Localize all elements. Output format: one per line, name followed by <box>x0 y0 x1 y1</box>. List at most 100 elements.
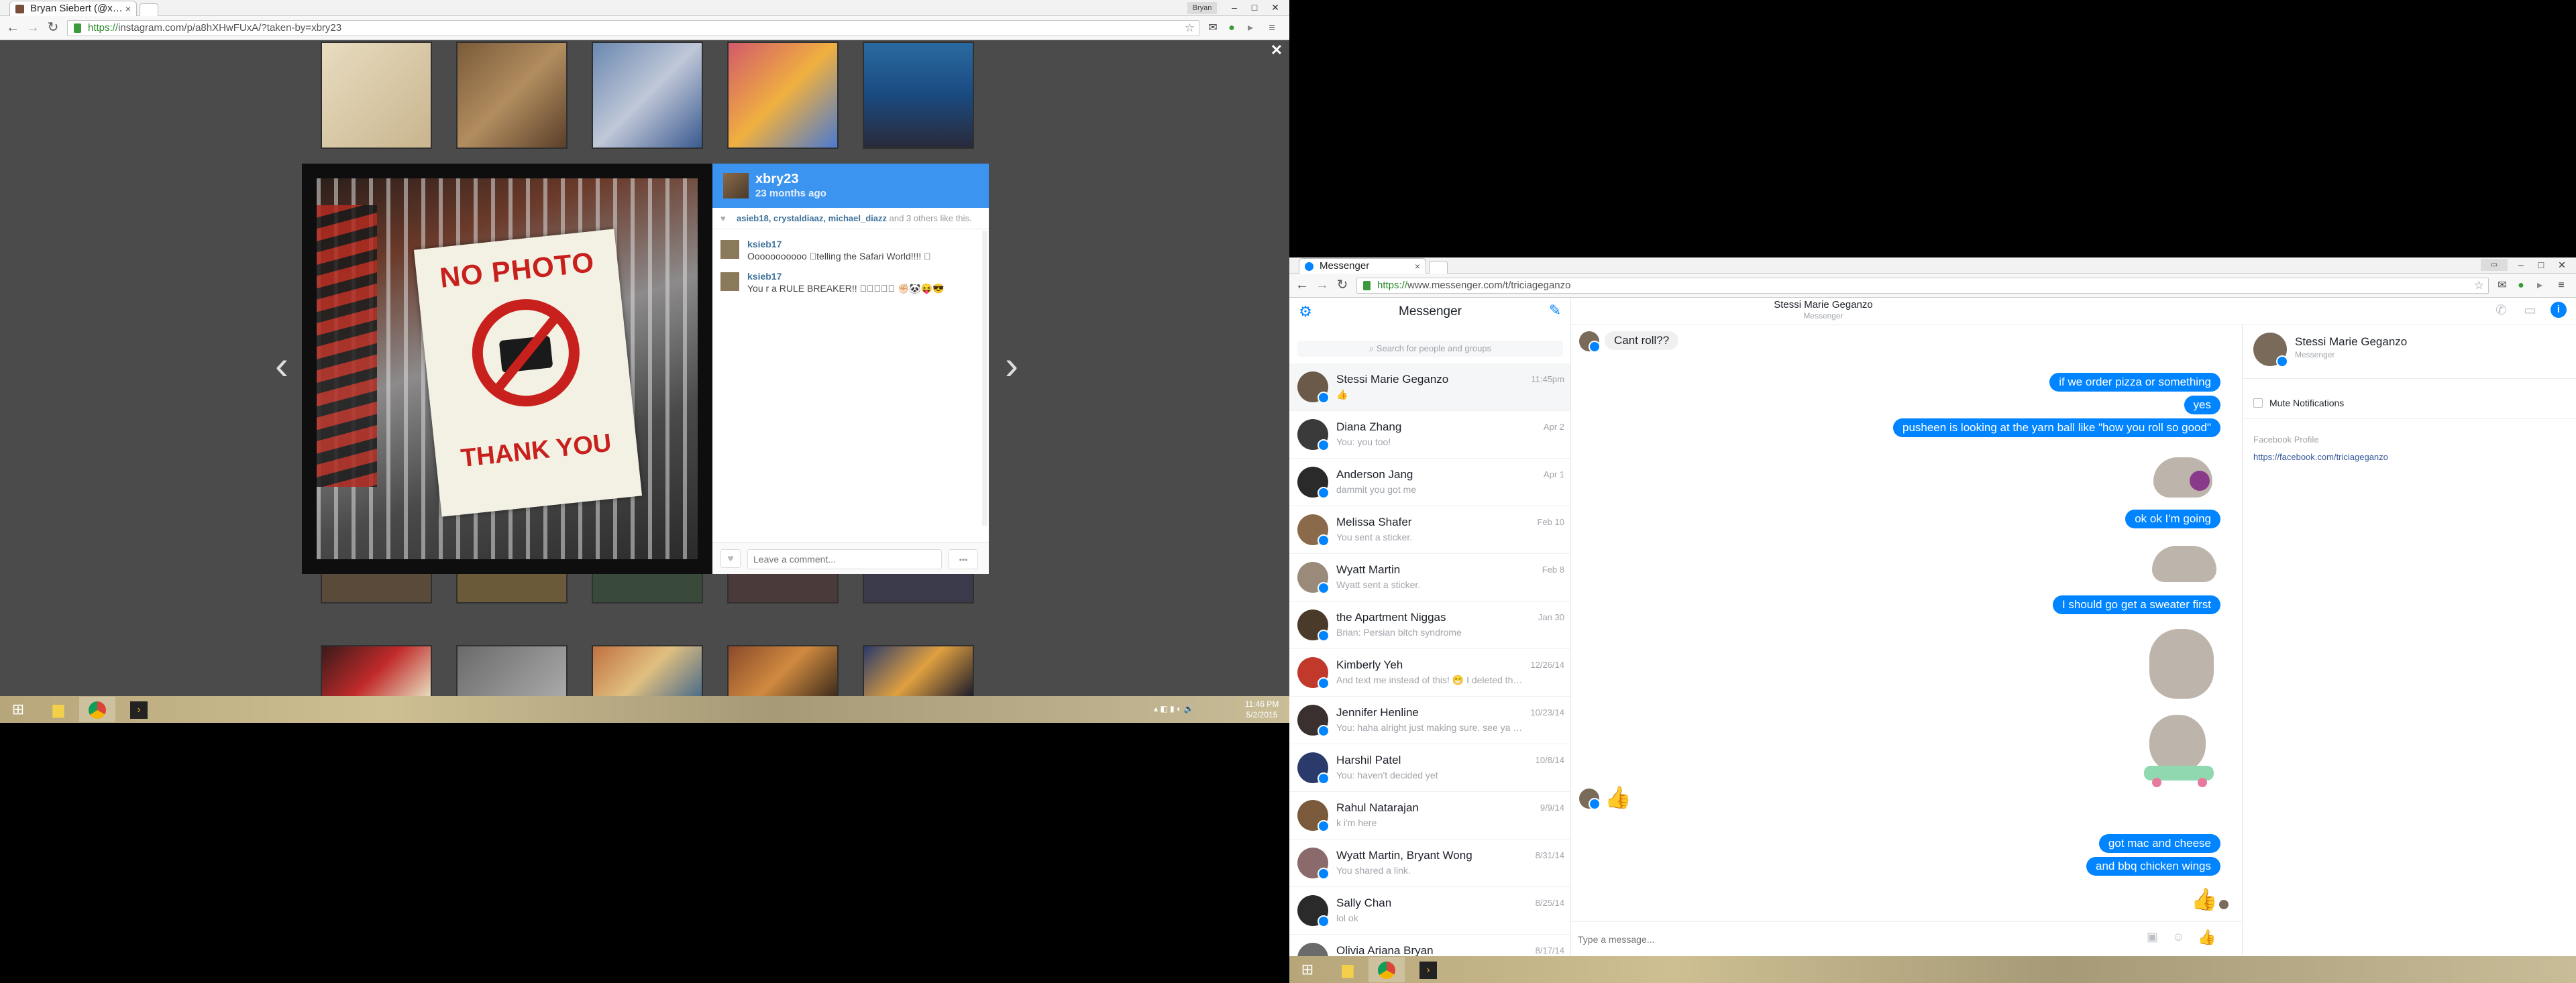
info-icon[interactable]: i <box>2551 302 2567 318</box>
avatar[interactable] <box>720 240 739 259</box>
tab-instagram[interactable]: Bryan Siebert (@xbry23) ... × <box>9 1 137 16</box>
profile-button[interactable]: ▭ <box>2481 259 2508 271</box>
url-bar[interactable]: https://instagram.com/p/a8hXHwFUxA/?take… <box>67 20 1199 36</box>
gmail-extension-icon[interactable]: ✉ <box>1205 20 1221 36</box>
grid-thumbnail[interactable] <box>727 571 839 603</box>
avatar[interactable] <box>720 272 739 291</box>
message-bubble[interactable]: got mac and cheese <box>2098 834 2220 853</box>
mute-checkbox[interactable] <box>2253 398 2263 408</box>
thumbs-up-icon[interactable]: 👍 <box>1605 785 1631 809</box>
grid-thumbnail[interactable] <box>456 645 568 699</box>
new-tab-button[interactable] <box>140 3 158 16</box>
grid-thumbnail[interactable] <box>321 42 432 149</box>
bookmark-star-icon[interactable]: ☆ <box>1185 21 1195 36</box>
grid-thumbnail[interactable] <box>592 571 703 603</box>
phone-call-icon[interactable]: ✆ <box>2496 302 2513 319</box>
forward-arrow-icon[interactable]: → <box>1313 276 1331 294</box>
conversation-item[interactable]: Melissa Shafer You sent a sticker. Feb 10 <box>1289 506 1570 554</box>
search-field[interactable]: ⌕ Search for people and groups <box>1297 341 1563 357</box>
windows-start-icon[interactable]: ⊞ <box>1289 957 1326 982</box>
pusheen-yarn-sticker[interactable] <box>2147 448 2220 502</box>
next-photo-arrow-icon[interactable]: › <box>998 345 1025 386</box>
maximize-icon[interactable]: □ <box>2532 258 2551 272</box>
menu-icon[interactable]: ≡ <box>2553 278 2569 294</box>
grid-thumbnail[interactable] <box>592 645 703 699</box>
pusheen-sweater-sticker[interactable] <box>2140 622 2220 703</box>
conversation-item[interactable]: the Apartment Niggas Brian: Persian bitch… <box>1289 601 1570 649</box>
conversation-item[interactable]: Jennifer Henline You: haha alright just m… <box>1289 697 1570 744</box>
conversation-item[interactable]: Wyatt Martin, Bryant Wong You shared a li… <box>1289 840 1570 887</box>
close-window-icon[interactable]: ✕ <box>1265 1 1285 14</box>
system-tray-icons[interactable]: ▴ ◧ ▮ ◐ 🔊 <box>1154 704 1234 715</box>
extension-icon[interactable]: ● <box>1224 20 1240 36</box>
grid-thumbnail[interactable] <box>592 42 703 149</box>
minimize-icon[interactable]: – <box>1225 1 1244 14</box>
comment-input[interactable] <box>747 549 942 569</box>
grid-thumbnail[interactable] <box>456 42 568 149</box>
facebook-profile-link[interactable]: https://facebook.com/triciageganzo <box>2253 452 2388 462</box>
maximize-icon[interactable]: □ <box>1245 1 1264 14</box>
profile-button[interactable]: Bryan <box>1187 2 1217 14</box>
tab-messenger[interactable]: Messenger × <box>1299 258 1426 274</box>
chrome-icon[interactable] <box>79 697 115 722</box>
forward-arrow-icon[interactable]: → <box>24 19 42 36</box>
conversation-item[interactable]: Wyatt Martin Wyatt sent a sticker. Feb 8 <box>1289 554 1570 601</box>
conversation-item[interactable]: Harshil Patel You: haven't decided yet 10/… <box>1289 744 1570 792</box>
grid-thumbnail[interactable] <box>863 645 974 699</box>
message-bubble[interactable]: if we order pizza or something <box>2049 373 2220 392</box>
back-arrow-icon[interactable]: ← <box>4 19 21 36</box>
post-username[interactable]: xbry23 <box>755 172 799 187</box>
close-window-icon[interactable]: ✕ <box>2552 258 2572 272</box>
menu-icon[interactable]: ≡ <box>1264 20 1280 36</box>
thumbs-up-icon[interactable]: 👍 <box>2191 886 2218 911</box>
previous-photo-arrow-icon[interactable]: ‹ <box>268 345 295 386</box>
message-bubble[interactable]: ok ok I'm going <box>2125 510 2220 528</box>
more-options-button[interactable]: ••• <box>949 549 978 569</box>
conversation-item[interactable]: Rahul Natarajan k i'm here 9/9/14 <box>1289 792 1570 840</box>
like-thumbs-up-icon[interactable]: 👍 <box>2198 929 2218 949</box>
close-lightbox-icon[interactable]: ✕ <box>1268 42 1285 59</box>
grid-thumbnail[interactable] <box>321 571 432 603</box>
conversation-item[interactable]: Olivia Ariana Bryan 8/17/14 <box>1289 935 1570 956</box>
chat-title[interactable]: Stessi Marie Geganzo <box>1571 299 2076 310</box>
close-tab-icon[interactable]: × <box>1415 259 1420 274</box>
message-bubble[interactable]: I should go get a sweater first <box>2052 595 2220 614</box>
extension-icon[interactable]: ● <box>2513 278 2529 294</box>
grid-thumbnail[interactable] <box>863 571 974 603</box>
grid-thumbnail[interactable] <box>727 42 839 149</box>
like-heart-button[interactable]: ♥ <box>720 549 741 568</box>
grid-thumbnail[interactable] <box>863 42 974 149</box>
comments-scrollbar[interactable] <box>982 231 987 526</box>
avatar[interactable] <box>723 173 749 198</box>
grid-thumbnail[interactable] <box>456 571 568 603</box>
pusheen-scooter-sticker[interactable] <box>2140 711 2220 791</box>
windows-start-icon[interactable]: ⊞ <box>0 697 36 722</box>
reload-icon[interactable]: ↻ <box>1334 276 1351 294</box>
extension-icon-2[interactable]: ▸ <box>1242 20 1258 36</box>
sticker-icon[interactable]: ☺ <box>2172 930 2190 947</box>
image-upload-icon[interactable]: ▣ <box>2147 930 2164 947</box>
message-bubble[interactable]: yes <box>2184 396 2220 414</box>
message-bubble[interactable]: Cant roll?? <box>1605 331 1679 350</box>
new-tab-button[interactable] <box>1429 261 1448 274</box>
grid-thumbnail[interactable] <box>727 645 839 699</box>
pusheen-sticker[interactable] <box>2147 536 2220 587</box>
terminal-app-icon[interactable]: › <box>121 697 157 722</box>
url-bar[interactable]: https://www.messenger.com/t/triciageganz… <box>1356 278 2489 294</box>
message-bubble[interactable]: and bbq chicken wings <box>2086 857 2220 876</box>
message-input[interactable] <box>1576 930 2153 949</box>
conversation-item[interactable]: Sally Chan lol ok 8/25/14 <box>1289 887 1570 935</box>
close-tab-icon[interactable]: × <box>125 1 131 16</box>
conversation-item[interactable]: Anderson Jang dammit you got me Apr 1 <box>1289 459 1570 506</box>
conversation-item[interactable]: Diana Zhang You: you too! Apr 2 <box>1289 411 1570 459</box>
message-bubble[interactable]: pusheen is looking at the yarn ball like… <box>1892 418 2220 437</box>
file-explorer-icon[interactable]: ▆ <box>40 697 76 722</box>
conversation-item[interactable]: Stessi Marie Geganzo 👍 11:45pm <box>1289 363 1570 411</box>
terminal-app-icon[interactable]: › <box>1410 957 1446 982</box>
compose-new-message-icon[interactable]: ✎ <box>1546 302 1564 321</box>
video-call-icon[interactable]: ▭ <box>2524 302 2541 319</box>
minimize-icon[interactable]: – <box>2512 258 2530 272</box>
bookmark-star-icon[interactable]: ☆ <box>2474 278 2484 293</box>
file-explorer-icon[interactable]: ▆ <box>1330 957 1366 982</box>
post-timestamp[interactable]: 23 months ago <box>755 188 826 199</box>
